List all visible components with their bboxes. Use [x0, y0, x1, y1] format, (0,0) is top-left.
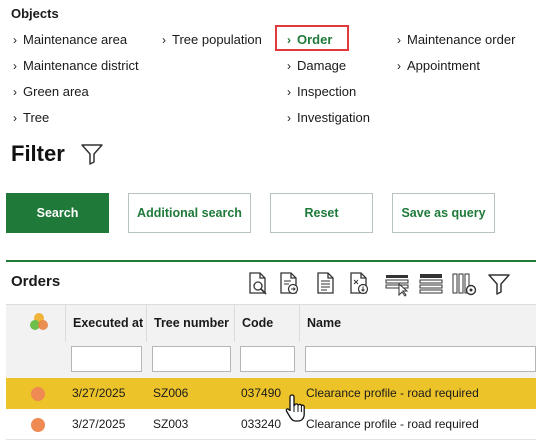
orders-heading: Orders [11, 273, 61, 290]
chevron-right-icon: › [162, 33, 166, 47]
object-link-appointment[interactable]: › Appointment [397, 58, 480, 73]
cell-name: Clearance profile - road required [306, 417, 479, 431]
hand-cursor-icon [284, 393, 310, 430]
filter-tree-number-input[interactable] [152, 346, 231, 372]
cell-executed-at: 3/27/2025 [72, 417, 126, 431]
object-link-damage[interactable]: › Damage [287, 58, 346, 73]
column-header-executed-at[interactable]: Executed at [65, 304, 146, 342]
chevron-right-icon: › [287, 33, 291, 47]
cell-code: 033240 [241, 417, 282, 431]
document-export-icon[interactable] [276, 270, 302, 298]
cell-tree-number: SZ003 [153, 417, 189, 431]
chevron-right-icon: › [287, 111, 291, 125]
filter-heading: Filter [11, 141, 65, 166]
object-link-maintenance-district[interactable]: › Maintenance district [13, 58, 139, 73]
cell-executed-at: 3/27/2025 [72, 386, 126, 400]
cell-tree-number: SZ006 [153, 386, 189, 400]
object-link-order[interactable]: › Order [287, 32, 332, 47]
status-dot [31, 387, 45, 401]
additional-search-button[interactable]: Additional search [128, 193, 251, 233]
objects-heading: Objects [11, 6, 59, 21]
status-dots-icon [28, 311, 50, 338]
chevron-right-icon: › [13, 59, 17, 73]
reset-button[interactable]: Reset [270, 193, 373, 233]
save-as-query-button[interactable]: Save as query [392, 193, 495, 233]
object-link-green-area[interactable]: › Green area [13, 84, 89, 99]
cell-name: Clearance profile - road required [306, 386, 479, 400]
document-download-icon[interactable] [346, 270, 372, 298]
filter-executed-at-input[interactable] [71, 346, 142, 372]
search-button[interactable]: Search [6, 193, 109, 233]
funnel-icon[interactable] [486, 270, 512, 298]
chevron-right-icon: › [13, 111, 17, 125]
filter-funnel-icon[interactable] [80, 142, 104, 171]
object-link-maintenance-area[interactable]: › Maintenance area [13, 32, 127, 47]
chevron-right-icon: › [287, 85, 291, 99]
object-link-inspection[interactable]: › Inspection [287, 84, 356, 99]
column-settings-icon[interactable] [451, 270, 477, 298]
filter-code-input[interactable] [240, 346, 295, 372]
section-divider [6, 260, 536, 262]
column-header-name[interactable]: Name [299, 304, 536, 342]
list-rows-icon[interactable] [418, 270, 444, 298]
column-header-code[interactable]: Code [234, 304, 299, 342]
document-search-icon[interactable] [245, 270, 271, 298]
status-dot [31, 418, 45, 432]
cell-code: 037490 [241, 386, 282, 400]
chevron-right-icon: › [397, 59, 401, 73]
filter-name-input[interactable] [305, 346, 536, 372]
object-link-tree-population[interactable]: › Tree population [162, 32, 262, 47]
object-link-tree[interactable]: › Tree [13, 110, 49, 125]
object-link-investigation[interactable]: › Investigation [287, 110, 370, 125]
chevron-right-icon: › [397, 33, 401, 47]
chevron-right-icon: › [13, 33, 17, 47]
table-row[interactable]: 3/27/2025 SZ003 033240 Clearance profile… [6, 409, 536, 440]
object-link-maintenance-order[interactable]: › Maintenance order [397, 32, 515, 47]
chevron-right-icon: › [287, 59, 291, 73]
column-header-tree-number[interactable]: Tree number [146, 304, 234, 342]
chevron-right-icon: › [13, 85, 17, 99]
select-rows-icon[interactable] [384, 270, 410, 298]
document-icon[interactable] [313, 270, 339, 298]
table-row[interactable]: 3/27/2025 SZ006 037490 Clearance profile… [6, 378, 536, 409]
